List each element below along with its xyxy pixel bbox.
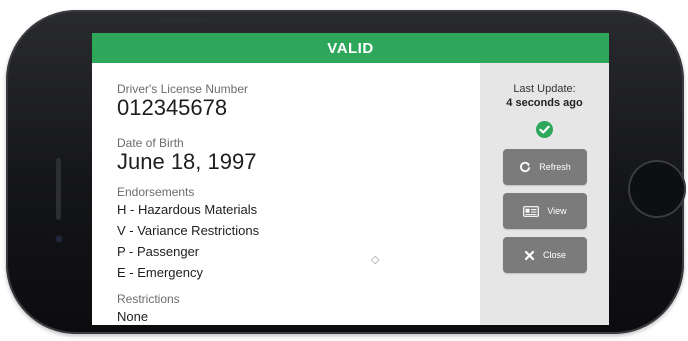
refresh-icon bbox=[519, 161, 531, 173]
license-number-value: 012345678 bbox=[117, 95, 228, 120]
dob-field: Date of Birth June 18, 1997 bbox=[117, 137, 256, 174]
id-card-icon bbox=[523, 205, 540, 217]
last-update-label: Last Update: bbox=[513, 83, 576, 95]
endorsements-list: H - Hazardous Materials V - Variance Res… bbox=[117, 199, 259, 283]
license-number-field: Driver's License Number 012345678 bbox=[117, 83, 248, 120]
speaker-grille bbox=[56, 158, 61, 220]
power-button bbox=[160, 18, 206, 22]
checkmark-icon bbox=[536, 121, 553, 138]
status-banner: VALID bbox=[92, 33, 609, 63]
close-button-label: Close bbox=[542, 250, 566, 260]
home-button[interactable] bbox=[628, 160, 686, 218]
cursor-indicator-icon: ◇ bbox=[371, 254, 380, 266]
endorsement-item: P - Passenger bbox=[117, 244, 200, 259]
last-update-value: 4 seconds ago bbox=[506, 97, 583, 109]
restrictions-value: None bbox=[117, 309, 149, 324]
license-details-panel: Driver's License Number 012345678 Date o… bbox=[92, 63, 480, 325]
refresh-button-label: Refresh bbox=[539, 162, 571, 172]
refresh-button[interactable]: Refresh bbox=[503, 149, 587, 185]
view-button[interactable]: View bbox=[503, 193, 587, 229]
endorsements-label: Endorsements bbox=[117, 185, 195, 199]
app-screen: VALID Driver's License Number 012345678 … bbox=[92, 33, 609, 325]
side-action-panel: Last Update: 4 seconds ago Refresh View … bbox=[480, 63, 609, 325]
endorsement-item: H - Hazardous Materials bbox=[117, 202, 258, 217]
front-camera bbox=[56, 236, 62, 242]
close-icon bbox=[524, 250, 535, 261]
dob-value: June 18, 1997 bbox=[117, 149, 257, 174]
view-button-label: View bbox=[547, 206, 567, 216]
restrictions-label: Restrictions bbox=[117, 292, 180, 306]
endorsements-field: Endorsements H - Hazardous Materials V -… bbox=[117, 186, 259, 283]
status-text: VALID bbox=[327, 39, 374, 57]
close-button[interactable]: Close bbox=[503, 237, 587, 273]
endorsement-item: V - Variance Restrictions bbox=[117, 223, 260, 238]
endorsement-item: E - Emergency bbox=[117, 265, 203, 280]
restrictions-field: Restrictions None bbox=[117, 293, 180, 325]
